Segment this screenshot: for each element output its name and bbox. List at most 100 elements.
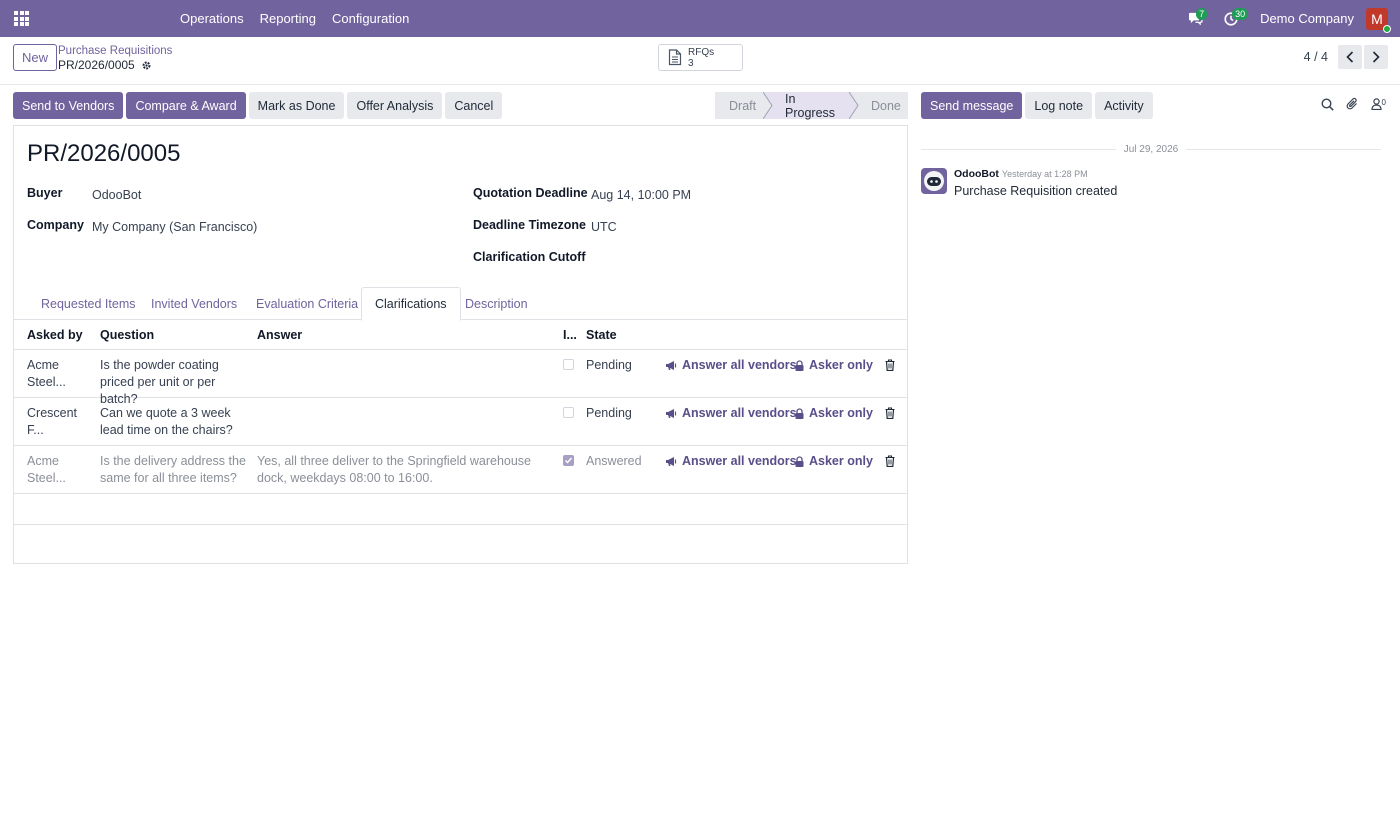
message-author-name[interactable]: OdooBot — [954, 168, 999, 180]
asker-only-label: Asker only — [809, 358, 873, 372]
send-to-vendors-button[interactable]: Send to Vendors — [13, 92, 124, 119]
breadcrumb: Purchase Requisitions PR/2026/0005 — [58, 44, 172, 72]
rfqs-smart-button[interactable]: RFQs 3 — [658, 44, 743, 71]
pager-previous-button[interactable] — [1338, 45, 1362, 69]
cell-state: Pending — [586, 406, 632, 420]
apps-menu-icon[interactable] — [14, 11, 29, 26]
asker-only-button[interactable]: Asker only — [795, 406, 873, 420]
messages-button[interactable]: 7 — [1182, 0, 1208, 37]
buyer-field[interactable]: OdooBot — [92, 188, 141, 202]
stage-arrow-2 — [849, 92, 859, 119]
record-title[interactable]: PR/2026/0005 — [27, 140, 180, 168]
answer-all-vendors-button[interactable]: Answer all vendors — [665, 406, 797, 420]
company-field[interactable]: My Company (San Francisco) — [92, 220, 257, 234]
send-message-button[interactable]: Send message — [921, 92, 1023, 119]
offer-analysis-button[interactable]: Offer Analysis — [347, 92, 443, 119]
answer-all-vendors-button[interactable]: Answer all vendors — [665, 454, 797, 468]
search-icon[interactable] — [1321, 97, 1334, 111]
table-row[interactable]: Acme Steel... Is the powder coating pric… — [14, 350, 907, 406]
clarification-cutoff-field[interactable] — [591, 250, 791, 267]
stage-draft[interactable]: Draft — [715, 92, 765, 119]
tab-clarifications[interactable]: Clarifications — [361, 287, 461, 321]
avatar-letter: M — [1371, 10, 1383, 27]
trash-icon[interactable] — [885, 359, 895, 371]
notebook-tabs: Requested Items Invited Vendors Evaluati… — [14, 287, 907, 321]
robot-icon — [924, 171, 944, 191]
clarifications-table-header: Asked by Question Answer I... State — [14, 320, 907, 350]
menu-operations[interactable]: Operations — [172, 11, 252, 26]
messages-count-badge: 7 — [1196, 8, 1208, 20]
cell-question: Is the delivery address the same for all… — [100, 454, 246, 485]
column-answer[interactable]: Answer — [257, 320, 302, 350]
gear-icon[interactable] — [141, 60, 152, 71]
rfqs-smart-button-text: RFQs 3 — [688, 47, 714, 69]
column-flag[interactable]: I... — [563, 320, 577, 350]
row-checkbox[interactable] — [563, 455, 574, 466]
activity-button[interactable]: Activity — [1095, 92, 1153, 119]
quotation-deadline-label: Quotation Deadline — [473, 186, 588, 200]
tab-evaluation-criteria[interactable]: Evaluation Criteria — [243, 287, 371, 320]
breadcrumb-current: PR/2026/0005 — [58, 58, 172, 72]
row-checkbox[interactable] — [563, 359, 574, 370]
cancel-button[interactable]: Cancel — [445, 92, 503, 119]
cell-answer: Yes, all three deliver to the Springfiel… — [257, 454, 532, 485]
breadcrumb-parent[interactable]: Purchase Requisitions — [58, 44, 172, 58]
menu-configuration[interactable]: Configuration — [324, 11, 417, 26]
stage-in-progress[interactable]: In Progress — [765, 92, 851, 120]
stage-arrow-1 — [763, 92, 773, 119]
answer-all-vendors-label: Answer all vendors — [682, 358, 797, 372]
answer-all-vendors-label: Answer all vendors — [682, 406, 797, 420]
tab-description[interactable]: Description — [452, 287, 541, 320]
chatter-message: OdooBot Yesterday at 1:28 PM Purchase Req… — [921, 168, 1117, 198]
user-avatar[interactable]: M — [1366, 7, 1391, 33]
cell-state: Pending — [586, 358, 632, 372]
chatter-date-separator: Jul 29, 2026 — [921, 143, 1381, 155]
followers-button[interactable]: 0 — [1370, 98, 1386, 110]
log-note-button[interactable]: Log note — [1025, 92, 1093, 119]
column-asked-by[interactable]: Asked by — [27, 320, 83, 350]
pager-next-button[interactable] — [1364, 45, 1388, 69]
tab-invited-vendors[interactable]: Invited Vendors — [138, 287, 250, 320]
pager-value[interactable]: 4 / 4 — [1304, 50, 1328, 64]
company-switcher[interactable]: Demo Company — [1260, 11, 1354, 26]
compare-award-button[interactable]: Compare & Award — [126, 92, 246, 119]
menu-reporting[interactable]: Reporting — [252, 11, 324, 26]
main-menu: Operations Reporting Configuration — [172, 0, 417, 37]
new-button[interactable]: New — [13, 44, 58, 71]
answer-all-vendors-label: Answer all vendors — [682, 454, 797, 468]
odoobot-avatar[interactable] — [921, 168, 947, 194]
row-checkbox[interactable] — [563, 407, 574, 418]
column-state[interactable]: State — [586, 320, 617, 350]
table-empty-row[interactable] — [14, 494, 907, 525]
message-body: OdooBot Yesterday at 1:28 PM Purchase Req… — [954, 168, 1117, 198]
paperclip-icon[interactable] — [1346, 97, 1359, 111]
bullhorn-icon — [666, 360, 677, 370]
activities-button[interactable]: 30 — [1218, 0, 1249, 37]
chatter-buttons: Send message Log note Activity — [921, 92, 1156, 119]
trash-icon[interactable] — [885, 407, 895, 419]
rfqs-label: RFQs — [688, 46, 715, 58]
mark-as-done-button[interactable]: Mark as Done — [248, 92, 345, 119]
tab-requested-items[interactable]: Requested Items — [28, 287, 149, 320]
quotation-deadline-field[interactable]: Aug 14, 10:00 PM — [591, 188, 691, 202]
message-time: Yesterday at 1:28 PM — [1001, 169, 1088, 179]
buyer-label: Buyer — [27, 186, 63, 200]
trash-icon[interactable] — [885, 455, 895, 467]
rfqs-count: 3 — [688, 57, 694, 69]
checkmark-icon — [565, 457, 573, 464]
table-row[interactable]: Crescent F... Can we quote a 3 week lead… — [14, 398, 907, 446]
form-sheet: PR/2026/0005 Buyer OdooBot Company My Co… — [13, 125, 908, 564]
message-author: OdooBot Yesterday at 1:28 PM — [954, 168, 1117, 180]
asker-only-button[interactable]: Asker only — [795, 358, 873, 372]
cell-asked-by: Acme Steel... — [27, 358, 66, 389]
clarification-cutoff-label: Clarification Cutoff — [473, 250, 586, 264]
statusbar: Draft In Progress Done — [715, 92, 908, 120]
column-question[interactable]: Question — [100, 320, 154, 350]
answer-all-vendors-button[interactable]: Answer all vendors — [665, 358, 797, 372]
stage-done[interactable]: Done — [851, 92, 908, 119]
asker-only-button[interactable]: Asker only — [795, 454, 873, 468]
asker-only-label: Asker only — [809, 406, 873, 420]
bullhorn-icon — [666, 408, 677, 418]
table-row[interactable]: Acme Steel... Is the delivery address th… — [14, 446, 907, 494]
deadline-timezone-field[interactable]: UTC — [591, 220, 617, 234]
